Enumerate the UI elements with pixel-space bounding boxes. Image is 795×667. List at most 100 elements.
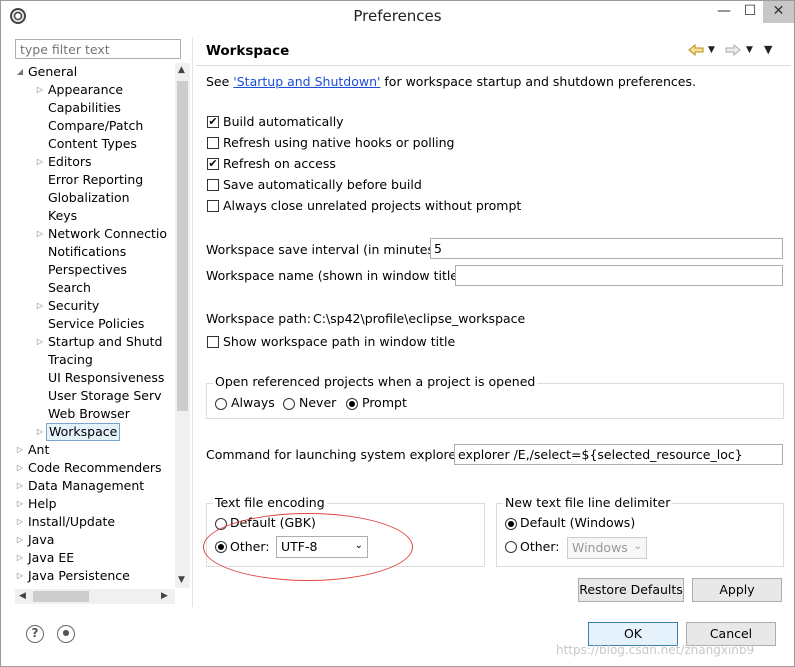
- collapsed-arrow-icon[interactable]: ▷: [15, 549, 25, 567]
- maximize-button[interactable]: ☐: [737, 1, 763, 23]
- tree-item[interactable]: Search: [15, 279, 175, 297]
- collapsed-arrow-icon[interactable]: ▷: [15, 477, 25, 495]
- tree-item[interactable]: ▷ Code Recommenders: [15, 459, 175, 477]
- checkbox[interactable]: [207, 179, 219, 191]
- tree-item-label: Network Connectio: [48, 226, 167, 241]
- tree-item[interactable]: Capabilities: [15, 99, 175, 117]
- tree-item[interactable]: Content Types: [15, 135, 175, 153]
- tree-vertical-scrollbar[interactable]: ▲ ▼: [175, 63, 190, 588]
- delimiter-default-radio[interactable]: [505, 518, 517, 530]
- delimiter-select[interactable]: Windows ⌄: [567, 537, 647, 559]
- tree-item[interactable]: ▷ Java Persistence: [15, 567, 175, 585]
- save-interval-input[interactable]: 5: [430, 238, 783, 259]
- checkbox[interactable]: ✔: [207, 116, 219, 128]
- tree-item[interactable]: ▷ Help: [15, 495, 175, 513]
- forward-dropdown-icon[interactable]: ▼: [746, 45, 753, 55]
- collapsed-arrow-icon[interactable]: ▷: [15, 495, 25, 513]
- tree-item[interactable]: ▷ Editors: [15, 153, 175, 171]
- tree-item-label: Java EE: [28, 550, 75, 565]
- show-path-checkbox[interactable]: [207, 336, 219, 348]
- tree-item[interactable]: ▷ Startup and Shutd: [15, 333, 175, 351]
- tree-item[interactable]: Perspectives: [15, 261, 175, 279]
- collapsed-arrow-icon[interactable]: ▷: [15, 567, 25, 585]
- prompt-radio[interactable]: [346, 398, 358, 410]
- tree-item[interactable]: ▷ Java EE: [15, 549, 175, 567]
- tree-item[interactable]: UI Responsiveness: [15, 369, 175, 387]
- checkbox[interactable]: [207, 137, 219, 149]
- workspace-path-label: Workspace path:: [206, 311, 311, 326]
- tree-item[interactable]: Error Reporting: [15, 171, 175, 189]
- panel-divider[interactable]: [192, 37, 193, 607]
- tree-item[interactable]: ▷ Java: [15, 531, 175, 549]
- tree-item[interactable]: ◢ General: [15, 63, 175, 81]
- collapsed-arrow-icon[interactable]: ▷: [15, 459, 25, 477]
- expanded-arrow-icon[interactable]: ◢: [15, 63, 25, 81]
- tree-item[interactable]: User Storage Serv: [15, 387, 175, 405]
- scroll-right-icon[interactable]: ▶: [161, 591, 168, 601]
- collapsed-arrow-icon[interactable]: ▷: [35, 333, 45, 351]
- scroll-up-icon[interactable]: ▲: [178, 65, 185, 75]
- tree-item[interactable]: ▷ Data Management: [15, 477, 175, 495]
- always-radio[interactable]: [215, 398, 227, 410]
- tree-item[interactable]: ▷ Ant: [15, 441, 175, 459]
- tree-item[interactable]: Notifications: [15, 243, 175, 261]
- highlight-annotation-oval: [203, 513, 413, 581]
- view-menu-icon[interactable]: ▼: [764, 43, 772, 56]
- system-explorer-input[interactable]: explorer /E,/select=${selected_resource_…: [454, 444, 783, 465]
- collapsed-arrow-icon[interactable]: ▷: [15, 441, 25, 459]
- tree-item[interactable]: Web Browser: [15, 405, 175, 423]
- header-separator: [196, 65, 791, 66]
- tree-item[interactable]: Compare/Patch: [15, 117, 175, 135]
- tree-item[interactable]: ▷ Workspace: [15, 423, 175, 441]
- checkbox[interactable]: ✔: [207, 158, 219, 170]
- back-dropdown-icon[interactable]: ▼: [708, 45, 715, 55]
- tree-item-label: General: [28, 64, 78, 79]
- tree-item[interactable]: ▷ Security: [15, 297, 175, 315]
- tree-item-label: Appearance: [48, 82, 124, 97]
- checkbox[interactable]: [207, 200, 219, 212]
- tree-item[interactable]: Tracing: [15, 351, 175, 369]
- line-delimiter-legend: New text file line delimiter: [503, 495, 673, 510]
- help-icon[interactable]: ?: [26, 625, 44, 643]
- collapsed-arrow-icon[interactable]: ▷: [35, 153, 45, 171]
- scroll-down-icon[interactable]: ▼: [178, 575, 185, 585]
- prompt-label: Prompt: [362, 395, 407, 410]
- tree-item[interactable]: Service Policies: [15, 315, 175, 333]
- scroll-left-icon[interactable]: ◀: [19, 591, 26, 601]
- minimize-button[interactable]: —: [711, 1, 737, 23]
- hscroll-thumb[interactable]: [33, 591, 89, 602]
- filter-input[interactable]: [15, 39, 181, 59]
- scroll-thumb[interactable]: [177, 81, 188, 411]
- close-button[interactable]: ✕: [763, 1, 794, 23]
- tree-item[interactable]: Keys: [15, 207, 175, 225]
- tree-item-label: Install/Update: [28, 514, 116, 529]
- tree-horizontal-scrollbar[interactable]: ◀ ▶: [15, 589, 175, 604]
- tree-item-label: Help: [28, 496, 57, 511]
- tree-item[interactable]: ▷ Install/Update: [15, 513, 175, 531]
- never-radio[interactable]: [283, 398, 295, 410]
- forward-arrow-icon[interactable]: [725, 44, 741, 56]
- open-referenced-group: Open referenced projects when a project …: [206, 374, 784, 419]
- tree-item[interactable]: ▷ Network Connectio: [15, 225, 175, 243]
- apply-button[interactable]: Apply: [692, 578, 782, 602]
- chevron-down-icon: ⌄: [633, 541, 642, 552]
- delimiter-other-radio[interactable]: [505, 541, 517, 553]
- collapsed-arrow-icon[interactable]: ▷: [35, 297, 45, 315]
- collapsed-arrow-icon[interactable]: ▷: [15, 531, 25, 549]
- workspace-name-input[interactable]: [455, 265, 783, 286]
- collapsed-arrow-icon[interactable]: ▷: [35, 81, 45, 99]
- collapsed-arrow-icon[interactable]: ▷: [35, 225, 45, 243]
- restore-defaults-button[interactable]: Restore Defaults: [578, 578, 684, 602]
- startup-shutdown-link[interactable]: 'Startup and Shutdown': [233, 74, 380, 89]
- back-arrow-icon[interactable]: [688, 44, 704, 56]
- record-icon[interactable]: ●: [57, 625, 75, 643]
- tree-item-label: Data Management: [28, 478, 145, 493]
- text-encoding-legend: Text file encoding: [213, 495, 327, 510]
- tree-item[interactable]: Globalization: [15, 189, 175, 207]
- collapsed-arrow-icon[interactable]: ▷: [15, 513, 25, 531]
- tree-item-label: Startup and Shutd: [48, 334, 163, 349]
- tree-item-label: Content Types: [48, 136, 137, 151]
- collapsed-arrow-icon[interactable]: ▷: [35, 423, 45, 441]
- checkbox-label: Save automatically before build: [223, 177, 422, 192]
- tree-item[interactable]: ▷ Appearance: [15, 81, 175, 99]
